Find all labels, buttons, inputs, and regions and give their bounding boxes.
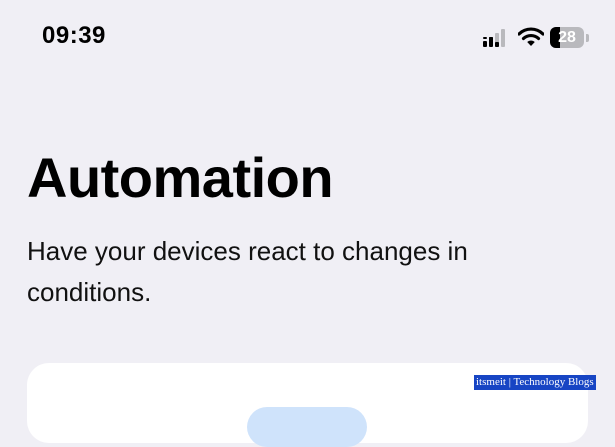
wifi-icon — [517, 26, 545, 48]
create-automation-button[interactable] — [247, 407, 367, 447]
status-bar: 09:39 28 — [0, 0, 615, 70]
watermark-label: itsmeit | Technology Blogs — [474, 375, 596, 390]
status-time: 09:39 — [42, 22, 106, 49]
battery-icon: 28 — [550, 27, 592, 49]
battery-body: 28 — [550, 27, 584, 48]
battery-tip — [586, 34, 589, 42]
battery-level-text: 28 — [558, 29, 576, 46]
page-title: Automation — [27, 146, 334, 209]
cellular-signal-icon — [482, 28, 508, 48]
page-subtitle: Have your devices react to changes in co… — [27, 236, 468, 307]
